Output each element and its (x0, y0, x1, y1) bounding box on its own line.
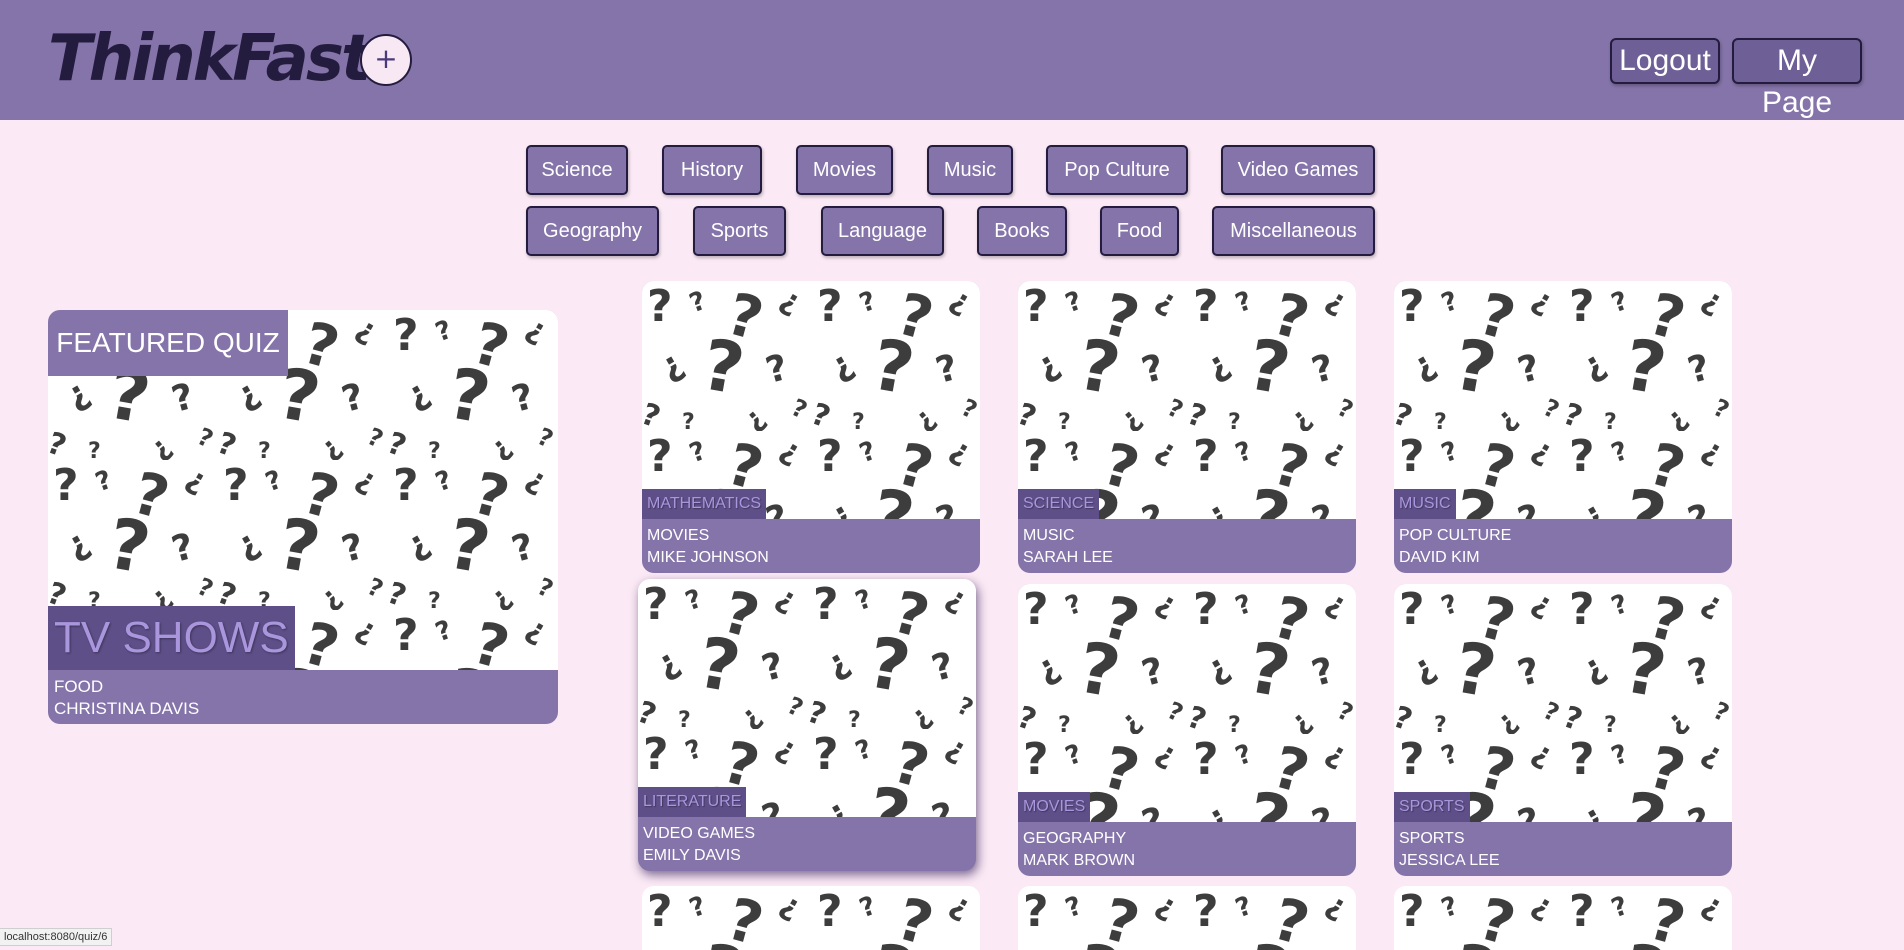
quiz-category: SPORTS (1399, 830, 1465, 847)
category-movies[interactable]: Movies (796, 145, 893, 195)
category-music[interactable]: Music (927, 145, 1013, 195)
header: ThinkFast + Logout My Page (0, 0, 1904, 120)
quiz-category: VIDEO GAMES (643, 825, 756, 842)
add-quiz-button[interactable]: + (360, 34, 412, 86)
status-url: localhost:8080/quiz/6 (0, 928, 113, 946)
quiz-info: SPORTS JESSICA LEE (1399, 828, 1500, 872)
quiz-author: DAVID KIM (1399, 549, 1480, 566)
category-geography[interactable]: Geography (526, 206, 659, 256)
quiz-card[interactable]: MOVIES GEOGRAPHY MARK BROWN (1018, 584, 1356, 876)
quiz-author: MARK BROWN (1023, 852, 1135, 869)
quiz-author: SARAH LEE (1023, 549, 1113, 566)
featured-author: CHRISTINA DAVIS (54, 699, 200, 718)
category-miscellaneous[interactable]: Miscellaneous (1212, 206, 1375, 256)
quiz-thumbnail (1394, 281, 1732, 519)
quiz-card[interactable]: SPORTS SPORTS JESSICA LEE (1394, 584, 1732, 876)
quiz-thumbnail (642, 281, 980, 519)
quiz-tag: LITERATURE (638, 787, 747, 817)
quiz-category: MUSIC (1023, 527, 1075, 544)
quiz-tag: SPORTS (1394, 792, 1470, 822)
featured-title: TV SHOWS (48, 606, 295, 670)
quiz-info: VIDEO GAMES EMILY DAVIS (643, 823, 755, 867)
quiz-category: MOVIES (647, 527, 710, 544)
quiz-thumbnail (642, 886, 980, 950)
category-science[interactable]: Science (526, 145, 628, 195)
quiz-thumbnail (638, 579, 976, 817)
quiz-thumbnail (1394, 584, 1732, 822)
quiz-tag: MOVIES (1018, 792, 1091, 822)
quiz-card[interactable]: MUSIC POP CULTURE DAVID KIM (1394, 281, 1732, 573)
quiz-info: GEOGRAPHY MARK BROWN (1023, 828, 1135, 872)
quiz-author: EMILY DAVIS (643, 847, 741, 864)
quiz-category: POP CULTURE (1399, 527, 1512, 544)
quiz-card[interactable] (642, 886, 980, 950)
featured-info: FOOD CHRISTINA DAVIS (54, 676, 199, 720)
category-sports[interactable]: Sports (693, 206, 786, 256)
quiz-thumbnail (1394, 886, 1732, 950)
quiz-tag: SCIENCE (1018, 489, 1100, 519)
quiz-card[interactable]: SCIENCE MUSIC SARAH LEE (1018, 281, 1356, 573)
category-books[interactable]: Books (977, 206, 1067, 256)
quiz-author: JESSICA LEE (1399, 852, 1500, 869)
quiz-info: POP CULTURE DAVID KIM (1399, 525, 1511, 569)
featured-category: FOOD (54, 677, 104, 696)
quiz-category: GEOGRAPHY (1023, 830, 1127, 847)
category-language[interactable]: Language (821, 206, 944, 256)
logo[interactable]: ThinkFast (48, 22, 372, 96)
category-history[interactable]: History (662, 145, 762, 195)
featured-quiz-card[interactable]: FEATURED QUIZ TV SHOWS FOOD CHRISTINA DA… (48, 310, 558, 724)
quiz-thumbnail (1018, 584, 1356, 822)
quiz-author: MIKE JOHNSON (647, 549, 769, 566)
quiz-info: MUSIC SARAH LEE (1023, 525, 1113, 569)
quiz-info: MOVIES MIKE JOHNSON (647, 525, 769, 569)
category-food[interactable]: Food (1100, 206, 1179, 256)
quiz-card[interactable] (1018, 886, 1356, 950)
featured-label: FEATURED QUIZ (48, 310, 288, 376)
logout-button[interactable]: Logout (1610, 38, 1720, 84)
category-pop-culture[interactable]: Pop Culture (1046, 145, 1188, 195)
quiz-thumbnail (1018, 281, 1356, 519)
quiz-card[interactable]: MATHEMATICS MOVIES MIKE JOHNSON (642, 281, 980, 573)
quiz-tag: MUSIC (1394, 489, 1456, 519)
my-page-button[interactable]: My Page (1732, 38, 1862, 119)
quiz-tag: MATHEMATICS (642, 489, 767, 519)
quiz-card[interactable] (1394, 886, 1732, 950)
category-video-games[interactable]: Video Games (1221, 145, 1375, 195)
quiz-card[interactable]: LITERATURE VIDEO GAMES EMILY DAVIS (638, 579, 976, 871)
quiz-thumbnail (1018, 886, 1356, 950)
